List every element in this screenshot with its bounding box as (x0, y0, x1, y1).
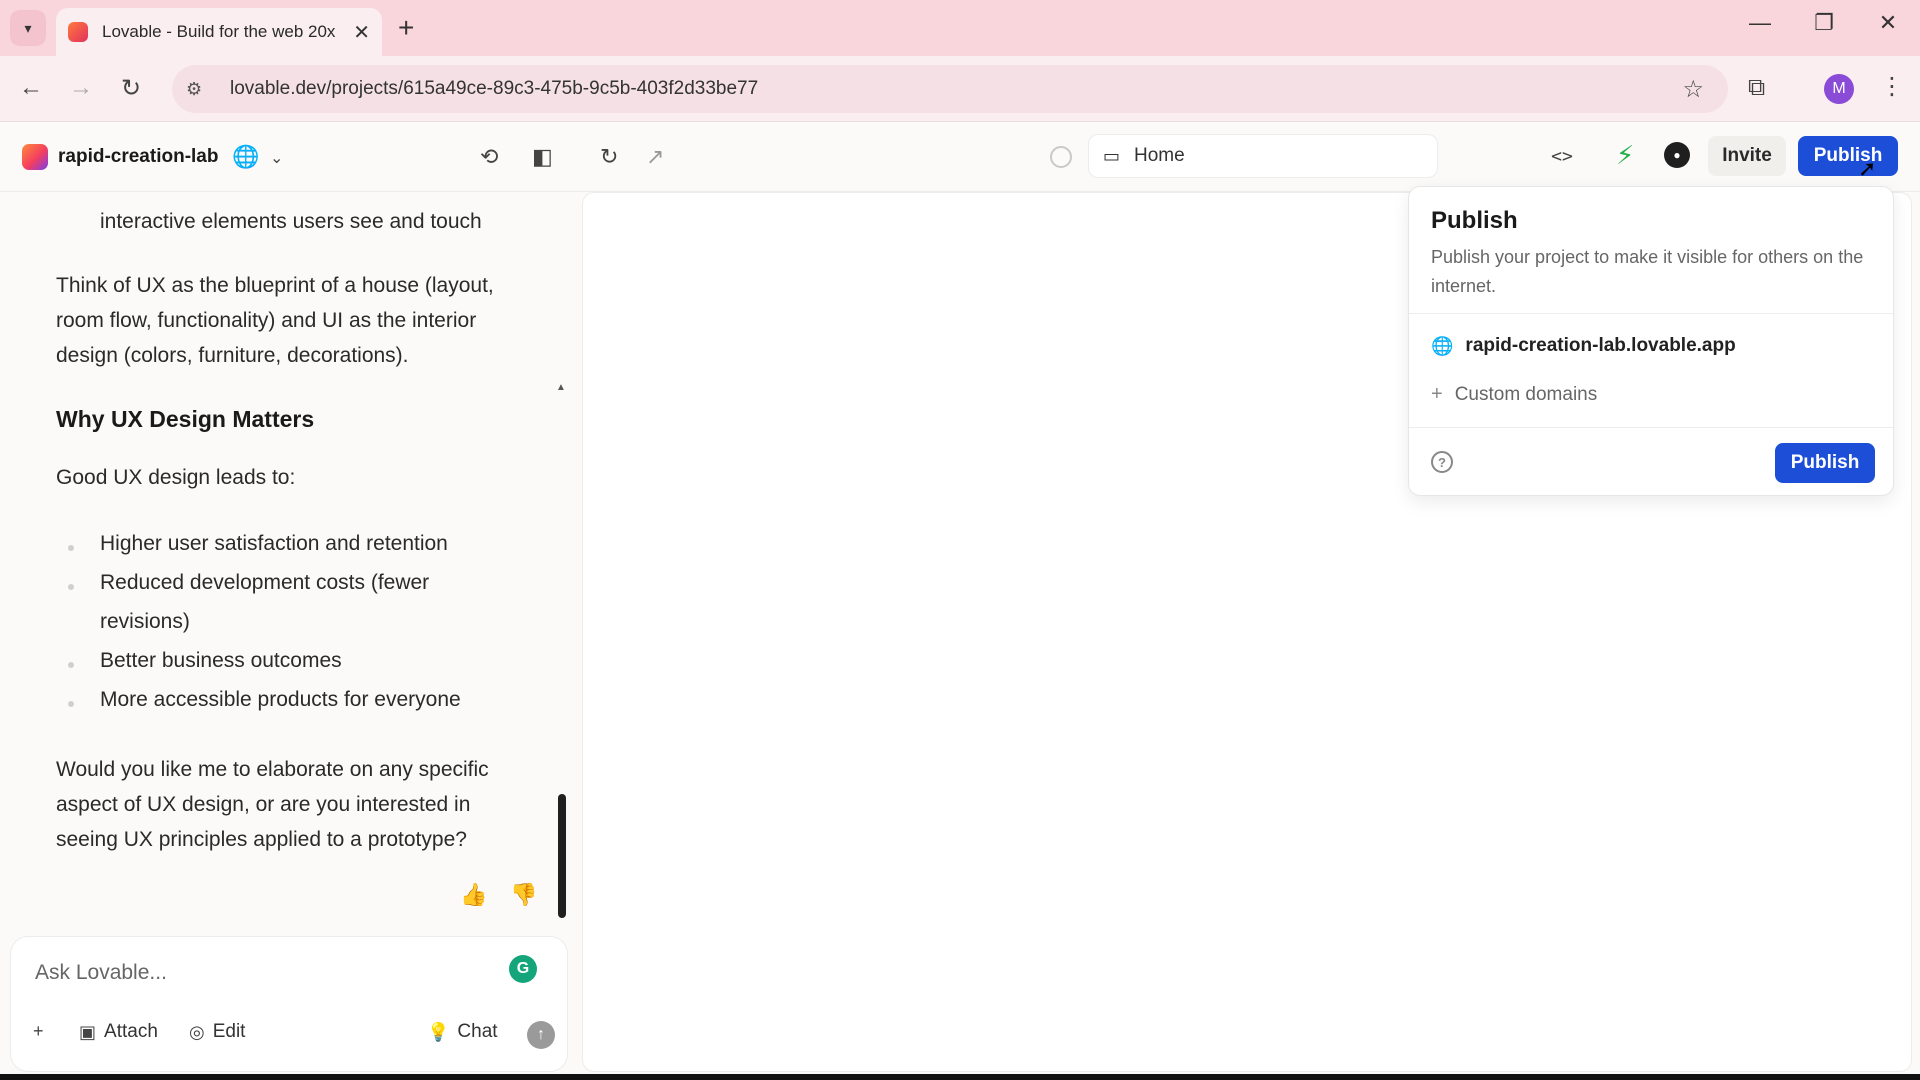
publish-button[interactable]: Publish (1798, 136, 1898, 176)
list-item: More accessible products for everyone (100, 688, 461, 711)
open-external-icon[interactable]: ↗ (646, 144, 664, 170)
lightbulb-icon: 💡 (427, 1021, 450, 1042)
popover-description: Publish your project to make it visible … (1431, 247, 1864, 296)
history-icon[interactable]: ⟲ (480, 144, 498, 170)
invite-button[interactable]: Invite (1708, 136, 1786, 176)
add-button[interactable]: + (33, 1021, 52, 1042)
divider (1409, 427, 1893, 428)
site-info-icon[interactable]: ⚙ (186, 79, 214, 100)
plus-icon: + (1431, 383, 1443, 405)
custom-domains-link[interactable]: + Custom domains (1431, 383, 1597, 406)
minimize-icon[interactable]: — (1740, 10, 1780, 36)
route-label: Home (1134, 145, 1185, 166)
supabase-bolt-icon[interactable]: ⚡ (1616, 140, 1634, 171)
send-button[interactable]: ↑ (527, 1021, 555, 1049)
monitor-icon: ▭ (1103, 145, 1121, 166)
bullet-icon (68, 701, 74, 707)
restore-icon[interactable]: ❐ (1804, 10, 1844, 36)
help-icon[interactable]: ? (1431, 451, 1453, 473)
plus-icon: + (33, 1021, 44, 1041)
chevron-down-icon[interactable]: ⌄ (270, 148, 283, 168)
project-name[interactable]: rapid-creation-lab (58, 146, 218, 168)
custom-domains-label: Custom domains (1454, 383, 1598, 405)
app-header: rapid-creation-lab 🌐 ⌄ ⟲ ◧ ↻ ↗ ▭ Home <>… (0, 122, 1920, 192)
popover-publish-button[interactable]: Publish (1775, 443, 1875, 483)
forward-icon[interactable]: → (66, 74, 96, 102)
code-view-button[interactable]: <> (1540, 136, 1584, 176)
publish-popover: Publish Publish your project to make it … (1408, 186, 1894, 496)
loading-spinner (1050, 146, 1072, 168)
url-text: lovable.dev/projects/615a49ce-89c3-475b-… (230, 78, 759, 99)
chevron-down-icon: ▾ (24, 19, 32, 36)
chat-messages: interactive elements users see and touch… (0, 192, 560, 924)
message-paragraph: Would you like me to elaborate on any sp… (56, 758, 489, 851)
ask-input[interactable]: Ask Lovable... (35, 961, 167, 985)
grammarly-icon[interactable]: G (509, 955, 537, 983)
reload-icon[interactable]: ↻ (116, 74, 146, 103)
bullet-icon (68, 662, 74, 668)
github-icon[interactable]: ● (1664, 142, 1690, 168)
popover-title: Publish (1431, 207, 1518, 234)
profile-avatar[interactable]: M (1824, 74, 1854, 104)
edit-label: Edit (212, 1021, 246, 1042)
thumbs-down-icon[interactable]: 👎 (510, 882, 537, 908)
globe-icon[interactable]: 🌐 (232, 144, 259, 170)
browser-tab[interactable]: Lovable - Build for the web 20x ✕ (56, 8, 382, 56)
lovable-favicon-icon (68, 22, 88, 42)
list-item: Higher user satisfaction and retention (100, 532, 448, 555)
lovable-logo[interactable] (22, 144, 48, 170)
address-bar[interactable]: ⚙ lovable.dev/projects/615a49ce-89c3-475… (172, 65, 1728, 113)
chat-mode-button[interactable]: 💡 Chat (427, 1021, 498, 1043)
thumbs-up-icon[interactable]: 👍 (460, 882, 487, 908)
tab-title: Lovable - Build for the web 20x (102, 22, 336, 41)
chat-scrollbar[interactable] (558, 794, 566, 918)
bullet-icon (68, 584, 74, 590)
domain-text: rapid-creation-lab.lovable.app (1465, 335, 1736, 356)
browser-tab-strip: ▾ Lovable - Build for the web 20x ✕ + — … (0, 0, 1920, 56)
route-selector[interactable]: ▭ Home (1088, 134, 1438, 178)
chat-label: Chat (457, 1021, 498, 1042)
browser-menu-icon[interactable]: ⋮ (1880, 72, 1904, 101)
refresh-preview-icon[interactable]: ↻ (600, 144, 618, 170)
mouse-cursor-icon: ➚ (1858, 156, 1877, 181)
message-paragraph: Good UX design leads to: (56, 466, 296, 489)
tab-search-button[interactable]: ▾ (10, 10, 46, 46)
back-icon[interactable]: ← (16, 74, 46, 102)
scroll-up-arrow[interactable]: ▲ (556, 382, 566, 393)
sidebar-toggle-icon[interactable]: ◧ (532, 144, 553, 170)
attach-label: Attach (104, 1021, 158, 1042)
browser-toolbar: ← → ↻ ⚙ lovable.dev/projects/615a49ce-89… (0, 56, 1920, 122)
published-domain[interactable]: 🌐 rapid-creation-lab.lovable.app (1431, 335, 1736, 357)
bottom-border (0, 1074, 1920, 1080)
divider (1409, 313, 1893, 314)
target-icon: ◎ (189, 1021, 205, 1042)
globe-icon: 🌐 (1431, 335, 1454, 356)
edit-button[interactable]: ◎ Edit (189, 1021, 245, 1043)
chat-composer[interactable]: Ask Lovable... G + ▣ Attach ◎ Edit 💡 Chat ↑ (10, 936, 568, 1072)
message-paragraph: Think of UX as the blueprint of a house … (56, 274, 494, 367)
new-tab-button[interactable]: + (398, 12, 414, 44)
extensions-icon[interactable]: ⧉ (1748, 74, 1765, 102)
message-heading: Why UX Design Matters (56, 406, 315, 432)
list-item: Better business outcomes (100, 649, 342, 672)
attach-button[interactable]: ▣ Attach (79, 1021, 158, 1043)
list-item: Reduced development costs (fewer revisio… (100, 571, 430, 633)
bullet-icon (68, 545, 74, 551)
close-window-icon[interactable]: ✕ (1868, 10, 1908, 36)
message-fragment: interactive elements users see and touch (100, 210, 482, 233)
bookmark-star-icon[interactable]: ☆ (1682, 75, 1704, 104)
close-tab-icon[interactable]: ✕ (353, 20, 370, 45)
image-icon: ▣ (79, 1021, 97, 1042)
